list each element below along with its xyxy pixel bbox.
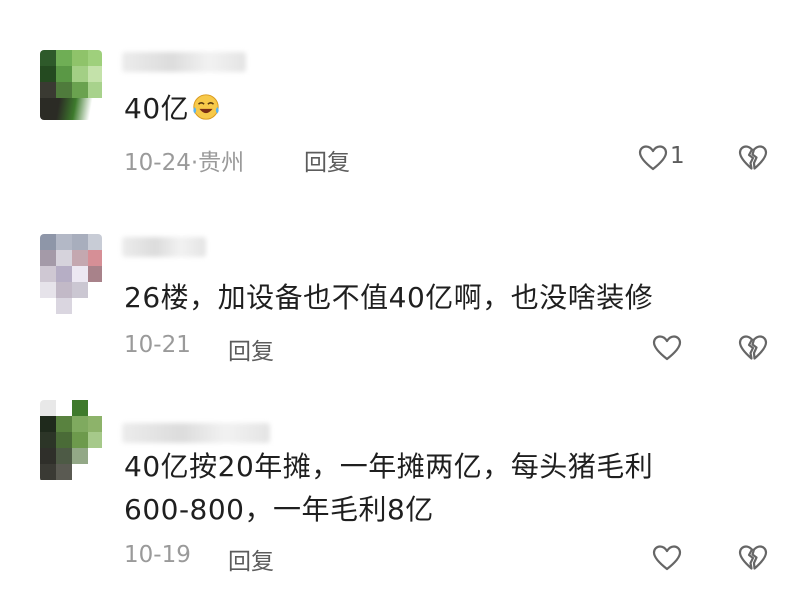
avatar[interactable]	[40, 50, 102, 120]
comment-text: 26楼，加设备也不值40亿啊，也没啥装修	[124, 281, 654, 314]
comment-date: 10-24	[124, 150, 191, 176]
username[interactable]	[122, 52, 246, 72]
avatar[interactable]	[40, 400, 102, 482]
comment-text-line: 600-800，一年毛利8亿	[124, 493, 434, 526]
heart-outline-icon[interactable]	[652, 544, 682, 572]
avatar[interactable]	[40, 234, 102, 318]
reply-button[interactable]: 回复	[304, 143, 350, 177]
reply-button[interactable]: 回复	[228, 542, 274, 576]
broken-heart-icon[interactable]	[738, 144, 768, 172]
comment-text: 40亿	[124, 89, 221, 129]
broken-heart-icon[interactable]	[738, 544, 768, 572]
tears-of-joy-emoji	[193, 94, 219, 120]
comment-text: 40亿按20年摊，一年摊两亿，每头猪毛利 600-800，一年毛利8亿	[124, 447, 653, 530]
comment-meta: 10-24·贵州	[124, 143, 244, 177]
username[interactable]	[122, 423, 270, 443]
comment-date: 10-19	[124, 542, 191, 568]
username[interactable]	[122, 237, 206, 257]
reply-button[interactable]: 回复	[228, 332, 274, 366]
heart-outline-icon[interactable]	[638, 144, 668, 172]
comment-location: 贵州	[198, 150, 245, 176]
heart-outline-icon[interactable]	[652, 334, 682, 362]
comment-text-line: 40亿按20年摊，一年摊两亿，每头猪毛利	[124, 450, 654, 483]
like-count: 1	[670, 143, 685, 169]
comment-date: 10-21	[124, 332, 191, 358]
broken-heart-icon[interactable]	[738, 334, 768, 362]
